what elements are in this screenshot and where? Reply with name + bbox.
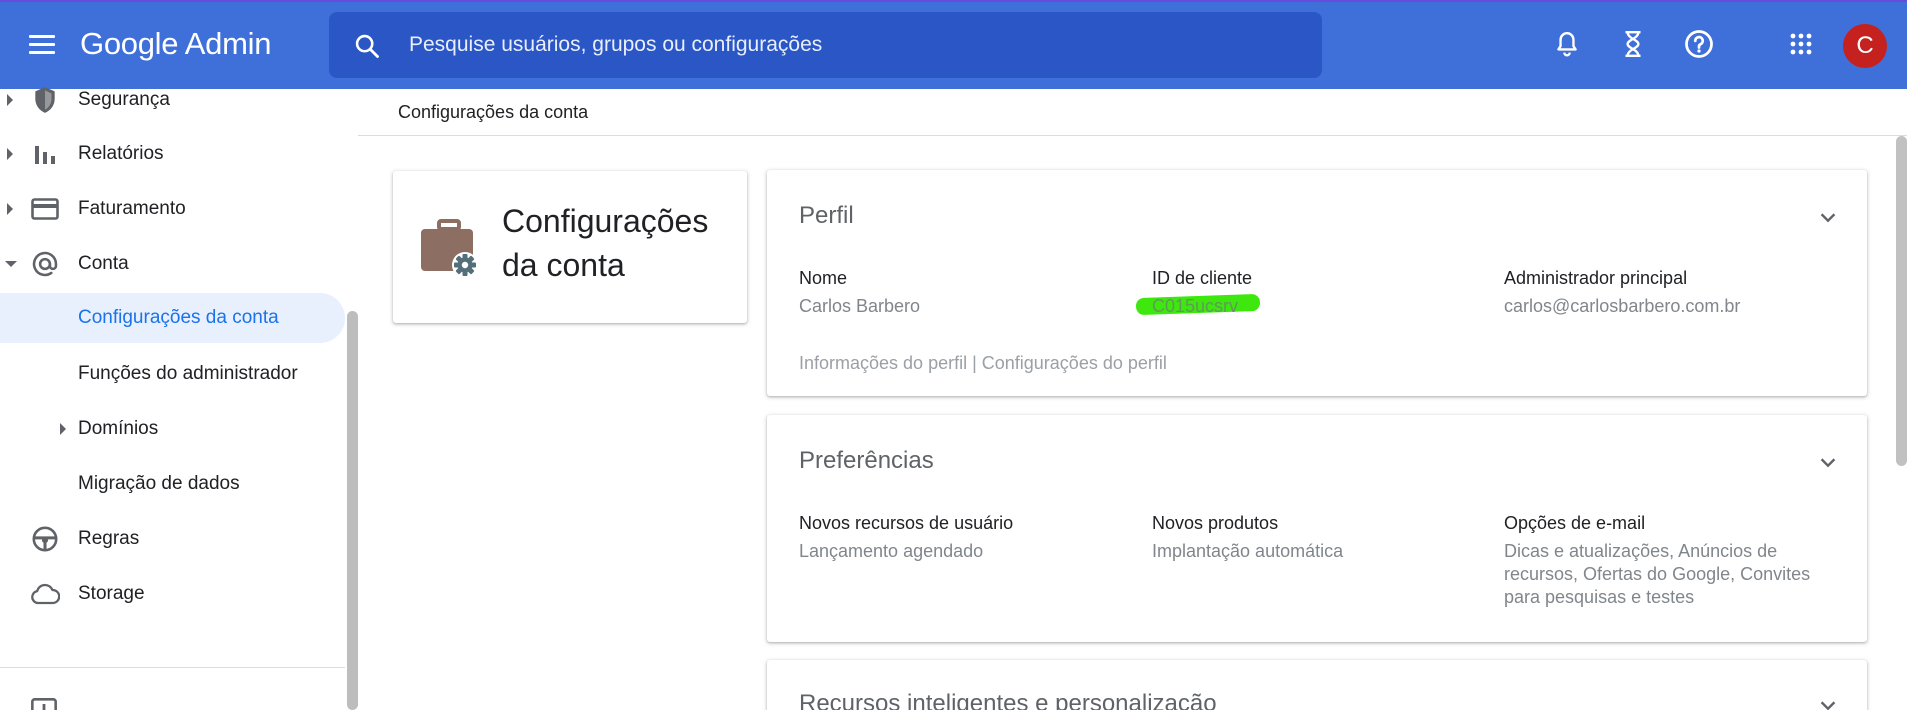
profile-id-label: ID de cliente (1152, 268, 1253, 288)
sidebar-item-configuracoes-da-conta[interactable]: Configurações da conta (0, 293, 345, 343)
profile-name-value: Carlos Barbero (799, 296, 921, 316)
page-title-card: Configurações da conta (393, 171, 747, 323)
sidebar-item-storage[interactable]: Storage (0, 569, 345, 619)
expand-arrow-icon[interactable] (7, 148, 13, 160)
profile-admin-label: Administrador principal (1504, 268, 1688, 288)
menu-icon[interactable] (24, 26, 60, 62)
page-title-line2: da conta (502, 247, 625, 283)
chevron-down-icon[interactable] (1817, 451, 1839, 473)
credit-card-icon (30, 194, 60, 224)
main-scrollbar[interactable] (1896, 136, 1907, 466)
search-input[interactable] (409, 24, 1289, 66)
sidebar-item-label: Migração de dados (78, 473, 240, 494)
sidebar-item-label: Conta (78, 253, 129, 274)
at-sign-icon (30, 249, 60, 279)
profile-card[interactable]: Perfil Nome Carlos Barbero ID de cliente… (767, 170, 1867, 396)
smart-features-card[interactable]: Recursos inteligentes e personalização (767, 660, 1867, 710)
sidebar-item-regras[interactable]: Regras (0, 514, 345, 564)
page-title-line1: Configurações (502, 203, 709, 239)
help-icon[interactable] (1681, 26, 1717, 62)
top-accent-line (0, 0, 1907, 2)
avatar[interactable]: C (1843, 24, 1887, 68)
sidebar-divider (0, 667, 345, 668)
sidebar-item-faturamento[interactable]: Faturamento (0, 184, 345, 234)
pref-new-features: Novos recursos de usuário Lançamento age… (799, 513, 1129, 563)
preferences-title: Preferências (799, 447, 934, 474)
pref-col1-label: Novos recursos de usuário (799, 513, 1014, 533)
sidebar-item-funcoes-do-administrador[interactable]: Funções do administrador (0, 349, 345, 399)
chevron-down-icon[interactable] (1817, 206, 1839, 228)
expand-arrow-icon[interactable] (7, 94, 13, 106)
sidebar-scrollbar[interactable] (347, 311, 358, 710)
search-box[interactable] (329, 12, 1322, 78)
bell-icon[interactable] (1549, 26, 1585, 62)
sidebar-item-label: Relatórios (78, 143, 164, 164)
report-icon (30, 697, 60, 710)
sidebar-item-label: Storage (78, 583, 145, 604)
collapse-arrow-icon[interactable] (5, 261, 17, 267)
sidebar-item-label: Configurações da conta (78, 307, 279, 328)
pref-new-products: Novos produtos Implantação automática (1152, 513, 1482, 563)
pref-col3-value: Dicas e atualizações, Anúncios de recurs… (1504, 541, 1811, 607)
apps-grid-icon[interactable] (1783, 26, 1819, 62)
sidebar: Segurança Relatórios Faturamento Conta C… (0, 87, 358, 710)
sidebar-item-dominios[interactable]: Domínios (0, 404, 345, 454)
sidebar-item-label: Domínios (78, 418, 159, 439)
steering-wheel-icon (30, 524, 60, 554)
page-title: Configurações da conta (502, 199, 732, 287)
pref-col3-label: Opções de e-mail (1504, 513, 1646, 533)
brand-title[interactable]: Google Admin (80, 26, 271, 62)
sidebar-item-label: Regras (78, 528, 140, 549)
sidebar-item-migracao-de-dados[interactable]: Migração de dados (0, 459, 345, 509)
profile-name: Nome Carlos Barbero (799, 268, 1129, 318)
sidebar-item-seguranca[interactable]: Segurança (0, 75, 345, 125)
pref-col2-value: Implantação automática (1152, 541, 1344, 561)
profile-id-value: C015ucsrv (1152, 295, 1238, 318)
cloud-icon (30, 579, 60, 609)
bar-chart-icon (30, 139, 60, 169)
sidebar-item-relatorios[interactable]: Relatórios (0, 129, 345, 179)
breadcrumb: Configurações da conta (358, 89, 1907, 136)
pref-email-options: Opções de e-mail Dicas e atualizações, A… (1504, 513, 1849, 609)
sidebar-item-label: Segurança (78, 89, 170, 110)
profile-links: Informações do perfil | Configurações do… (799, 353, 1167, 373)
profile-admin: Administrador principal carlos@carlosbar… (1504, 268, 1834, 318)
profile-admin-value: carlos@carlosbarbero.com.br (1504, 296, 1741, 316)
expand-arrow-icon[interactable] (60, 423, 66, 435)
smart-features-title: Recursos inteligentes e personalização (799, 690, 1217, 710)
profile-name-label: Nome (799, 268, 848, 288)
shield-icon (30, 85, 60, 115)
sidebar-item-label: Faturamento (78, 198, 186, 219)
preferences-card[interactable]: Preferências Novos recursos de usuário L… (767, 415, 1867, 642)
breadcrumb-current: Configurações da conta (398, 102, 589, 122)
profile-customer-id: ID de cliente C015ucsrv (1152, 268, 1482, 318)
briefcase-gear-icon (421, 219, 478, 278)
pref-col2-label: Novos produtos (1152, 513, 1279, 533)
sidebar-item-label: Funções do administrador (78, 363, 298, 384)
sidebar-item-conta[interactable]: Conta (0, 239, 345, 289)
chevron-down-icon[interactable] (1817, 694, 1839, 710)
hourglass-icon[interactable] (1615, 26, 1651, 62)
profile-title: Perfil (799, 202, 854, 229)
highlighted-id: C015ucsrv (1152, 296, 1239, 316)
search-icon[interactable] (353, 32, 381, 60)
expand-arrow-icon[interactable] (7, 203, 13, 215)
pref-col1-value: Lançamento agendado (799, 541, 984, 561)
